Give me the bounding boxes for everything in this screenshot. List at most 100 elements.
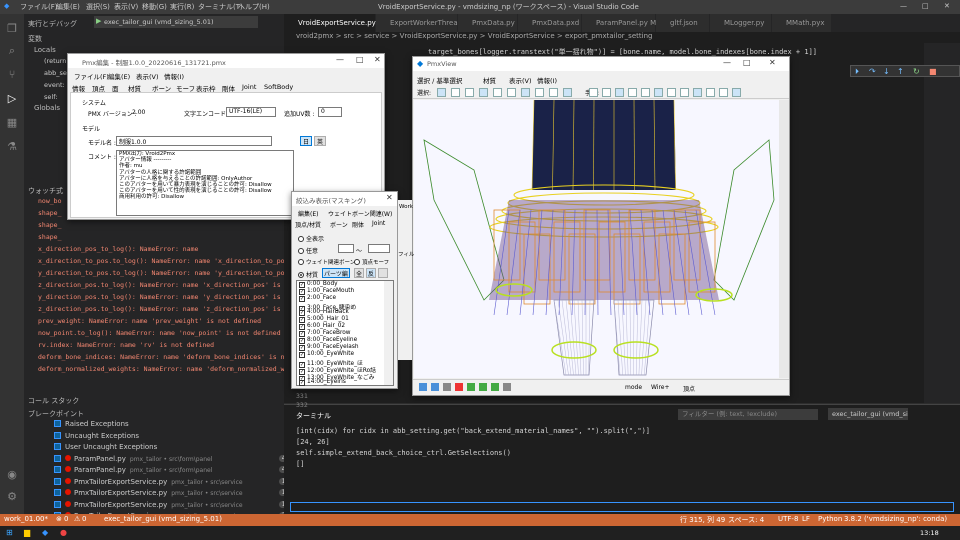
- local-var[interactable]: (return): [44, 57, 69, 65]
- invert-button[interactable]: 反: [366, 268, 376, 278]
- toolbar-tool-icon[interactable]: [654, 88, 663, 97]
- minimap[interactable]: [924, 43, 960, 403]
- tab-joint[interactable]: Joint: [242, 83, 256, 91]
- toolbar-tool-icon[interactable]: [507, 88, 516, 97]
- breakpoint-item[interactable]: PmxTailorExportService.pypmx_tailor • sr…: [54, 500, 304, 509]
- watch-item[interactable]: now_point.to_log(): NameError: name 'now…: [38, 329, 281, 337]
- tab-bone[interactable]: ボーン: [330, 220, 348, 229]
- toolbar-tool-icon[interactable]: [535, 88, 544, 97]
- close-icon[interactable]: ✕: [769, 58, 776, 67]
- local-var[interactable]: event:: [44, 81, 65, 89]
- local-var[interactable]: self:: [44, 93, 57, 101]
- menu-terminal[interactable]: ターミナル(T): [198, 2, 243, 12]
- maximize-icon[interactable]: □: [356, 55, 364, 64]
- toolbar-tool-icon[interactable]: [615, 88, 624, 97]
- watch-item[interactable]: shape_: [38, 209, 61, 217]
- radio-any[interactable]: 任意: [298, 246, 318, 255]
- menu-edit[interactable]: 編集(E): [108, 71, 130, 81]
- view-tool-icon[interactable]: [419, 383, 427, 391]
- toolbar-tool-icon[interactable]: [628, 88, 637, 97]
- checkbox-icon[interactable]: [54, 489, 61, 496]
- view-tool-icon[interactable]: [431, 383, 439, 391]
- toolbar-tool-icon[interactable]: [693, 88, 702, 97]
- filter-input[interactable]: フィルター (例: text, !exclude): [678, 409, 818, 420]
- maximize-icon[interactable]: □: [743, 58, 751, 67]
- range-end[interactable]: [368, 244, 390, 253]
- interpreter-status[interactable]: 3.8.2 ('vmdsizing_np': conda): [844, 515, 947, 523]
- watch-item[interactable]: shape_: [38, 221, 61, 229]
- minimize-icon[interactable]: —: [900, 2, 907, 10]
- editor-tab[interactable]: ExportWorkerThread.py: [376, 14, 473, 32]
- material-checkbox[interactable]: ✓ 1:00_FaceMouth: [299, 288, 354, 295]
- material-checkbox[interactable]: ✓ 14:00_Eyeiris: [299, 379, 346, 386]
- checkbox-icon[interactable]: [54, 454, 61, 462]
- check-icon[interactable]: ✓: [299, 380, 305, 386]
- menu-select[interactable]: 選択(S): [86, 2, 110, 12]
- tab-vertex-material[interactable]: 頂点/材質: [295, 220, 321, 229]
- comment-textarea[interactable]: PMX出力: Vroid2Pmx アバター情報 --------- 作者: mu アバ…: [116, 150, 294, 216]
- run-debug-icon[interactable]: ▷: [5, 92, 19, 106]
- material-checkbox[interactable]: ✓ 5:000_Hair_01: [299, 316, 349, 323]
- parts-edit-button[interactable]: パーツ編: [322, 268, 350, 278]
- view-tool-icon[interactable]: [467, 383, 475, 391]
- menu-weight-bone[interactable]: ウェイトボーン関連(W): [328, 209, 392, 218]
- restart-icon[interactable]: ↻: [913, 67, 920, 76]
- toolbar-tool-icon[interactable]: [667, 88, 676, 97]
- toolbar-tool-icon[interactable]: [732, 88, 741, 97]
- view-tool-icon[interactable]: [479, 383, 487, 391]
- add-uv-select[interactable]: 0: [318, 107, 342, 117]
- view-tool-icon[interactable]: [443, 383, 451, 391]
- minimize-icon[interactable]: —: [723, 58, 731, 67]
- menu-file[interactable]: ファイル(F): [74, 71, 109, 81]
- source-control-icon[interactable]: ⑂: [5, 68, 19, 82]
- breakpoints-header[interactable]: ブレークポイント: [28, 409, 84, 419]
- watch-item[interactable]: now_bo: [38, 197, 61, 205]
- radio-material[interactable]: 材質: [298, 270, 318, 279]
- editor-tab[interactable]: MMath.pyx: [772, 14, 832, 32]
- warning-count[interactable]: 0: [82, 515, 86, 523]
- stop-icon[interactable]: ■: [929, 67, 937, 76]
- watch-header[interactable]: ウォッチ式: [28, 186, 63, 196]
- breadcrumb[interactable]: vroid2pmx > src > service > VroidExportS…: [284, 32, 960, 43]
- search-icon[interactable]: ⌕: [5, 44, 19, 58]
- view-tool-icon[interactable]: [503, 383, 511, 391]
- radio-weight-bone[interactable]: ウェイト関連ボーン: [298, 258, 355, 266]
- editor-tab[interactable]: VroidExportService.py M: [284, 14, 384, 32]
- menu-view[interactable]: 表示(V): [114, 2, 138, 12]
- list-scrollbar[interactable]: [384, 281, 393, 385]
- toolbar-tool-icon[interactable]: [493, 88, 502, 97]
- radio-vertex-morph[interactable]: 頂点モーフ: [354, 258, 389, 266]
- toolbar-tool-icon[interactable]: [437, 88, 446, 97]
- menu-info[interactable]: 情報(I): [537, 75, 557, 85]
- local-var[interactable]: abb_set: [44, 69, 69, 77]
- toolbar-tool-icon[interactable]: [563, 88, 572, 97]
- close-icon[interactable]: ✕: [386, 193, 393, 202]
- view-tool-icon[interactable]: [491, 383, 499, 391]
- toolbar-tool-icon[interactable]: [479, 88, 488, 97]
- menu-run[interactable]: 実行(R): [170, 2, 194, 12]
- breakpoint-item[interactable]: PmxTailorExportService.pypmx_tailor • sr…: [54, 489, 304, 497]
- toolbar-tool-icon[interactable]: [549, 88, 558, 97]
- cursor-position[interactable]: 行 315, 列 49: [680, 515, 725, 525]
- watch-item[interactable]: x_direction_to_pos.to_log(): NameError: …: [38, 257, 300, 265]
- material-checkbox[interactable]: ✓ 6:00_Hair_02: [299, 323, 345, 330]
- toolbar-tool-icon[interactable]: [521, 88, 530, 97]
- debug-config-select[interactable]: exec_tailor_gui (vmd_sizing_5.01): [94, 16, 258, 28]
- watch-item[interactable]: x_direction_pos_to_log(): NameError: nam…: [38, 245, 198, 253]
- extensions-icon[interactable]: ▦: [5, 116, 19, 130]
- material-checkbox[interactable]: ✓ 8:00_FaceEyeline: [299, 337, 357, 344]
- watch-item[interactable]: y_direction_pos.to_log(): NameError: nam…: [38, 293, 296, 301]
- watch-item[interactable]: rv.index: NameError: name 'rv' is not de…: [38, 341, 214, 349]
- editor-tab[interactable]: ParamPanel.py M: [582, 14, 656, 32]
- branch-status[interactable]: work_01.00*: [4, 515, 48, 523]
- gear-icon[interactable]: ⚙: [5, 490, 19, 504]
- tab-terminal[interactable]: ターミナル: [296, 411, 331, 421]
- material-checkbox[interactable]: ✓ 7:00_FaceBrow: [299, 330, 351, 337]
- warning-icon[interactable]: ⚠: [74, 515, 80, 523]
- watch-item[interactable]: prev_weight: NameError: name 'prev_weigh…: [38, 317, 261, 325]
- start-icon[interactable]: ⊞: [6, 528, 13, 537]
- select-all-button[interactable]: 全: [354, 268, 364, 278]
- encoding-select[interactable]: UTF-16(LE): [226, 107, 276, 117]
- tab-joint[interactable]: Joint: [372, 220, 385, 227]
- watch-item[interactable]: deform_bone_indices: NameError: name 'de…: [38, 353, 300, 361]
